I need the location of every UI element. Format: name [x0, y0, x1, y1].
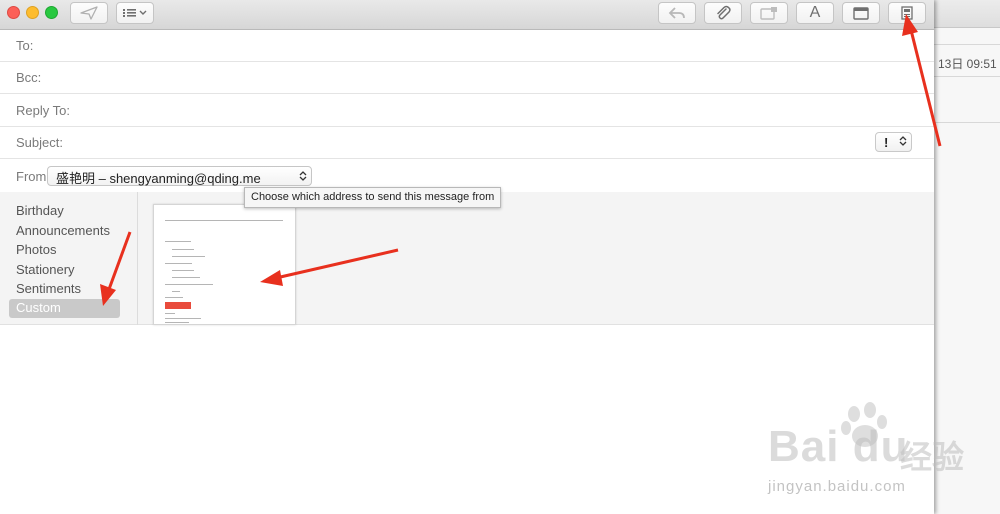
send-icon — [80, 6, 98, 20]
stationery-panel: Birthday Announcements Photos Stationery… — [0, 192, 934, 325]
to-row[interactable]: To: — [0, 30, 934, 62]
thumbnail-text-line — [172, 256, 205, 257]
custom-stationery-thumbnail[interactable] — [153, 204, 296, 325]
message-date: 13日 09:51 — [938, 57, 997, 71]
from-account-select[interactable]: 盛艳明 – shengyanming@qding.me — [47, 166, 312, 186]
thumbnail-text-line — [172, 277, 200, 278]
compose-toolbar: A — [0, 0, 934, 30]
show-window-button[interactable] — [842, 2, 880, 24]
format-list-button[interactable] — [116, 2, 154, 24]
thumbnail-text-line — [165, 322, 189, 323]
thumbnail-text-line — [172, 270, 194, 271]
thumbnail-text-line — [165, 241, 191, 242]
close-window-button[interactable] — [7, 6, 20, 19]
watermark-brand-cn: 经验 — [900, 439, 965, 475]
thumbnail-logo — [165, 302, 191, 309]
category-custom[interactable]: Custom — [9, 299, 120, 318]
send-button[interactable] — [70, 2, 108, 24]
bcc-label: Bcc: — [16, 70, 42, 85]
font-icon: A — [809, 4, 821, 21]
thumbnail-text-line — [165, 318, 201, 319]
minimize-window-button[interactable] — [26, 6, 39, 19]
priority-select[interactable]: ! — [875, 132, 912, 152]
category-birthday[interactable]: Birthday — [9, 202, 120, 221]
thumbnail-text-line — [165, 220, 283, 221]
thumbnail-text-line — [172, 249, 194, 250]
chevron-up-down-icon — [899, 135, 907, 150]
attach-button[interactable] — [704, 2, 742, 24]
background-divider — [934, 76, 1000, 77]
stationery-icon — [901, 6, 913, 20]
watermark-site: jingyan.baidu.com — [768, 478, 906, 495]
background-toolbar — [934, 0, 1000, 28]
baidu-watermark: Bai du 经验 jingyan.baidu.com — [760, 400, 990, 510]
bcc-row[interactable]: Bcc: — [0, 62, 934, 94]
to-label: To: — [16, 38, 34, 53]
zoom-window-button[interactable] — [45, 6, 58, 19]
category-announcements[interactable]: Announcements — [9, 222, 120, 241]
from-tooltip: Choose which address to send this messag… — [244, 187, 502, 208]
category-sentiments[interactable]: Sentiments — [9, 280, 120, 299]
thumbnail-text-line — [165, 263, 192, 264]
reply-to-label: Reply To: — [16, 103, 70, 118]
category-photos[interactable]: Photos — [9, 241, 120, 260]
subject-row[interactable]: Subject: ! — [0, 127, 934, 159]
photo-browser-icon — [760, 6, 778, 20]
fonts-button[interactable]: A — [796, 2, 834, 24]
priority-value: ! — [884, 134, 889, 150]
thumbnail-text-line — [172, 291, 180, 292]
chevron-up-down-icon — [299, 169, 307, 186]
background-divider — [934, 44, 1000, 45]
thumbnail-text-line — [165, 297, 183, 298]
reply-icon — [668, 6, 686, 20]
photo-browser-button[interactable] — [750, 2, 788, 24]
from-account-value: 盛艳明 – shengyanming@qding.me — [56, 171, 261, 186]
reply-button[interactable] — [658, 2, 696, 24]
list-format-icon — [122, 7, 148, 19]
subject-label: Subject: — [16, 135, 63, 150]
window-icon — [853, 6, 869, 20]
thumbnail-text-line — [165, 284, 213, 285]
show-stationery-button[interactable] — [888, 2, 926, 24]
from-label: From: — [16, 169, 50, 184]
background-divider — [934, 122, 1000, 123]
category-stationery[interactable]: Stationery — [9, 261, 120, 280]
thumbnail-text-line — [165, 313, 175, 314]
attachment-icon — [715, 5, 731, 21]
reply-to-row[interactable]: Reply To: — [0, 95, 934, 127]
watermark-brand: Bai du — [768, 422, 909, 471]
stationery-category-list: Birthday Announcements Photos Stationery… — [0, 192, 138, 325]
